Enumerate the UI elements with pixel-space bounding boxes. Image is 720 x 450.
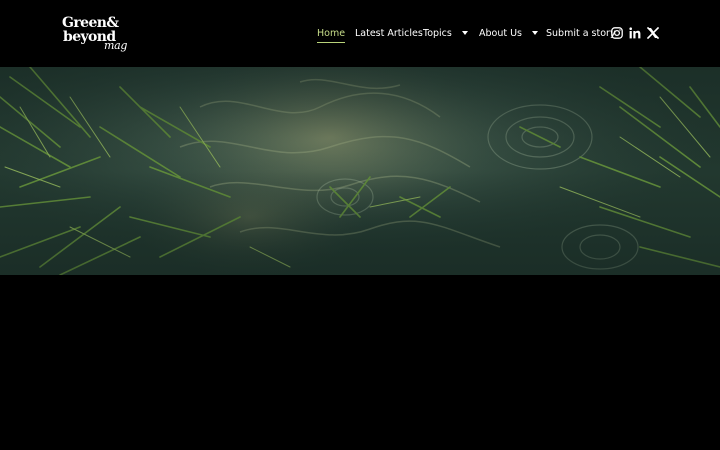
caret-down-icon	[461, 30, 468, 35]
linkedin-icon[interactable]	[629, 27, 641, 39]
nav-item-home[interactable]: Home	[317, 25, 346, 43]
caret-down-icon	[532, 30, 539, 35]
nav-item-label: Topics	[423, 28, 452, 39]
nav-item-label: About Us	[479, 28, 523, 39]
nav-item-label: Home	[317, 28, 346, 39]
instagram-icon[interactable]	[611, 27, 623, 39]
x-icon[interactable]	[647, 27, 659, 39]
hero-banner-image	[0, 67, 720, 275]
nav-item-about-us[interactable]: About Us	[479, 25, 539, 43]
nav-item-label: Submit a story	[546, 28, 616, 39]
active-underline	[317, 42, 346, 43]
site-logo[interactable]: Green& beyond mag	[60, 12, 132, 58]
nav-item-latest-articles[interactable]: Latest Articles	[355, 25, 423, 43]
logo-line-1: Green&	[62, 15, 119, 31]
logo-script: mag	[104, 39, 128, 52]
site-header: Green& beyond mag Home Latest Articles T…	[0, 0, 720, 67]
nav-item-submit-a-story[interactable]: Submit a story	[546, 25, 616, 43]
nav-item-label: Latest Articles	[355, 28, 423, 39]
nav-item-topics[interactable]: Topics	[423, 25, 468, 43]
